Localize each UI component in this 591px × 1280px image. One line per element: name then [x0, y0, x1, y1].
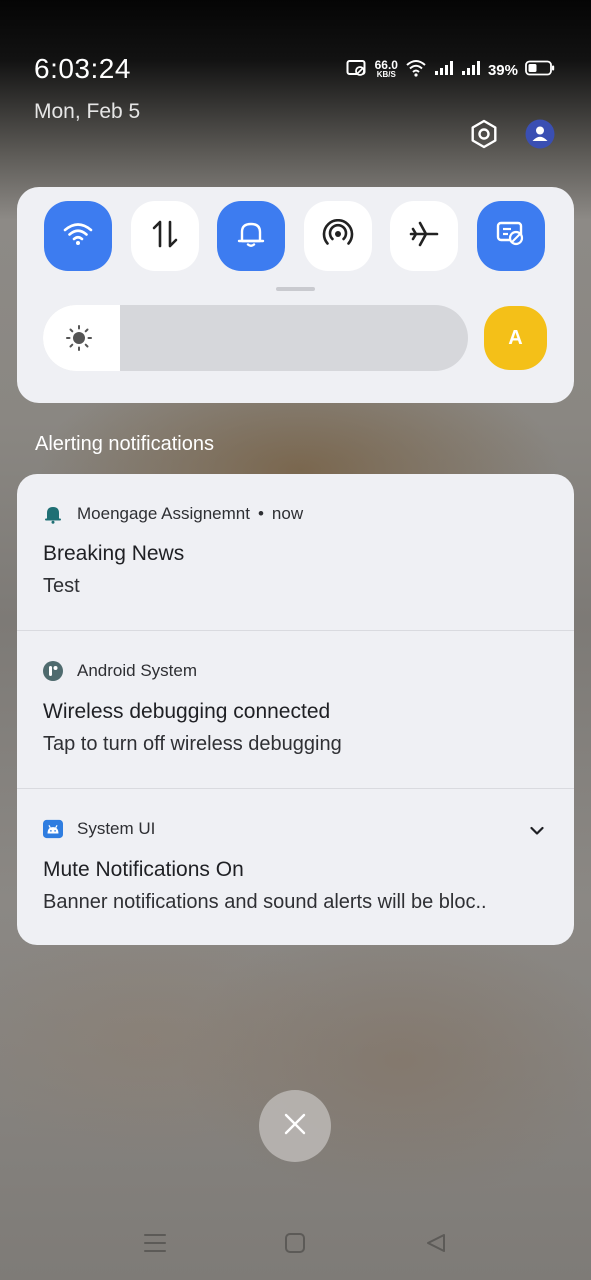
- battery-percent: 39%: [487, 61, 518, 79]
- mobile-data-tile[interactable]: [131, 201, 199, 271]
- android-robot-icon: [43, 819, 63, 839]
- battery-icon: [525, 60, 555, 81]
- signal-sim2-icon: [461, 60, 481, 81]
- panel-drag-handle[interactable]: [276, 287, 315, 291]
- wifi-tile[interactable]: [44, 201, 112, 271]
- network-speed-value: 66.0: [374, 58, 398, 72]
- app-name: Android System: [77, 661, 197, 680]
- notification-item[interactable]: Android System Wireless debugging connec…: [17, 631, 574, 788]
- hotspot-icon: [322, 218, 354, 254]
- user-avatar-icon: [525, 119, 555, 154]
- android-system-icon: [43, 661, 63, 681]
- close-icon: [283, 1112, 307, 1141]
- signal-sim1-icon: [434, 60, 454, 81]
- airplane-icon: [408, 219, 440, 254]
- wifi-status-icon: [405, 59, 427, 82]
- user-account-button[interactable]: [522, 118, 558, 154]
- airplane-mode-tile[interactable]: [390, 201, 458, 271]
- bell-icon: [236, 219, 266, 254]
- status-icons: 66.0 KB/S 39%: [346, 58, 555, 82]
- notification-body: Tap to turn off wireless debugging: [43, 733, 342, 755]
- section-title: Alerting notifications: [35, 433, 214, 455]
- notification-muted-icon: [346, 59, 368, 82]
- notification-item[interactable]: Moengage Assignemnt • now Breaking News …: [17, 474, 574, 630]
- notification-title: Wireless debugging connected: [43, 700, 331, 723]
- mute-notifications-tile[interactable]: [477, 201, 545, 271]
- quick-settings-panel: A: [17, 187, 574, 403]
- notification-body: Banner notifications and sound alerts wi…: [43, 891, 487, 913]
- notification-header: Android System: [43, 661, 197, 681]
- sun-icon: [65, 324, 93, 357]
- sound-tile[interactable]: [217, 201, 285, 271]
- recent-apps-button[interactable]: [143, 1232, 167, 1259]
- bell-app-icon: [43, 504, 63, 524]
- status-clock: 6:03:24: [34, 53, 131, 84]
- auto-brightness-button[interactable]: A: [484, 306, 547, 370]
- network-speed: 66.0 KB/S: [374, 58, 398, 80]
- wifi-icon: [63, 222, 93, 251]
- clear-all-button[interactable]: [259, 1090, 331, 1162]
- hotspot-tile[interactable]: [304, 201, 372, 271]
- notification-item[interactable]: System UI Mute Notifications On Banner n…: [17, 789, 574, 945]
- separator-dot: •: [257, 504, 264, 523]
- settings-button[interactable]: [466, 118, 502, 154]
- notification-header: Moengage Assignemnt • now: [43, 504, 303, 524]
- notification-title: Breaking News: [43, 542, 185, 565]
- notification-title: Mute Notifications On: [43, 858, 244, 881]
- settings-gear-icon: [469, 119, 499, 154]
- brightness-slider[interactable]: [43, 305, 468, 371]
- notification-list: Moengage Assignemnt • now Breaking News …: [17, 474, 574, 945]
- notification-body: Test: [43, 575, 80, 597]
- back-button[interactable]: [425, 1232, 447, 1259]
- app-name: Moengage Assignemnt: [77, 504, 250, 523]
- expand-chevron-icon[interactable]: [530, 823, 544, 841]
- mute-notifications-icon: [496, 220, 526, 253]
- status-date: Mon, Feb 5: [34, 100, 141, 123]
- app-name: System UI: [77, 819, 156, 838]
- data-arrows-icon: [150, 219, 180, 254]
- network-speed-unit: KB/S: [376, 70, 396, 79]
- notification-time: now: [271, 504, 304, 523]
- notification-header: System UI: [43, 819, 155, 839]
- home-button[interactable]: [284, 1232, 306, 1259]
